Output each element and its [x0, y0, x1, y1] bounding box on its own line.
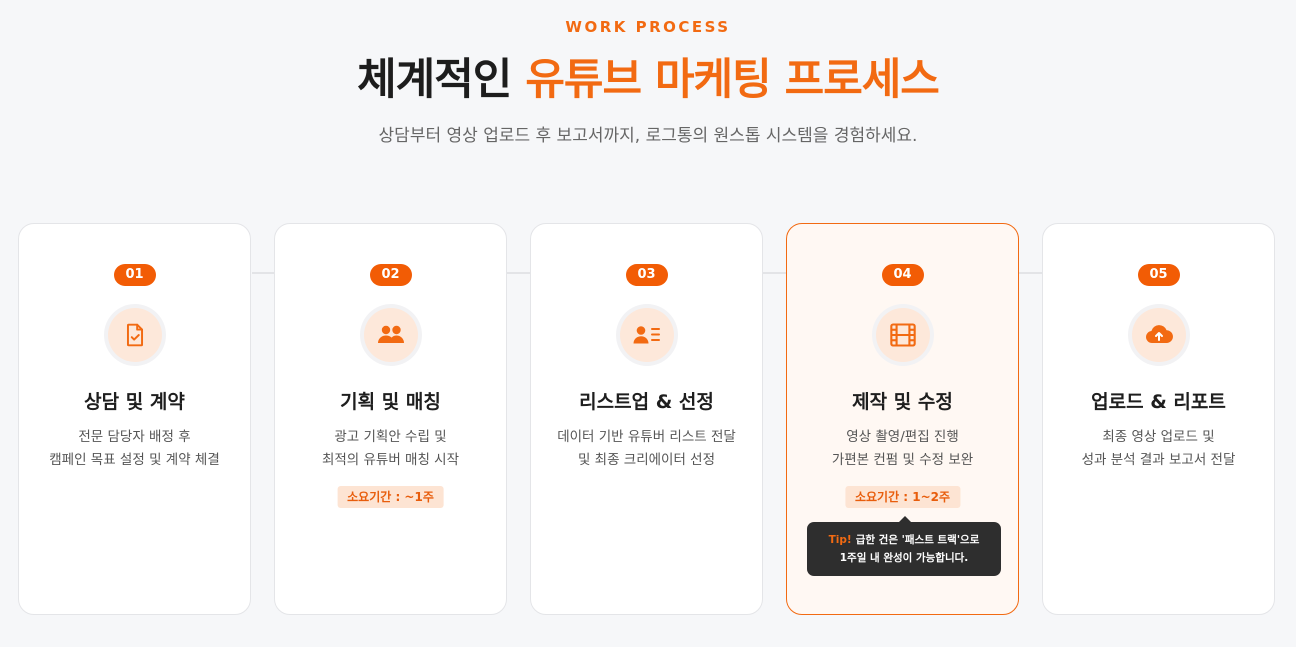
film-icon — [889, 323, 916, 347]
fast-track-tooltip: Tip! 급한 건은 '패스트 트랙'으로 1주일 내 완성이 가능합니다. — [807, 516, 1001, 576]
icon-ring — [103, 304, 166, 366]
step-description: 광고 기획안 수립 및 최적의 유튜버 매칭 시작 — [321, 429, 460, 468]
step-number-badge: 04 — [881, 264, 924, 286]
step-description: 최종 영상 업로드 및 성과 분석 결과 보고서 전달 — [1081, 429, 1236, 468]
section-title: 체계적인 유튜브 마케팅 프로세스 — [0, 50, 1296, 110]
step-title: 상담 및 계약 — [84, 391, 185, 413]
process-card-listup: 03 리스트업 & 선정 데이터 기반 유튜버 리스트 전달 및 최종 크리에이… — [530, 223, 763, 615]
icon-ring — [1127, 304, 1190, 366]
step-number-badge: 02 — [369, 264, 412, 286]
title-accent: 유튜브 마케팅 프로세스 — [525, 55, 940, 105]
icon-ring — [615, 304, 678, 366]
document-check-icon — [126, 323, 143, 347]
step-description: 영상 촬영/편집 진행 가편본 컨펌 및 수정 보완 — [831, 429, 974, 468]
step-number-badge: 03 — [625, 264, 668, 286]
process-card-production: 04 제작 및 수정 영상 촬영/편집 진행 가편본 컨펌 및 수정 보완 소요… — [786, 223, 1019, 615]
step-title: 기획 및 매칭 — [340, 391, 441, 413]
title-main: 체계적인 — [357, 55, 526, 105]
tip-text-line2: 1주일 내 완성이 가능합니다. — [839, 552, 969, 564]
tip-text-line1: 급한 건은 '패스트 트랙'으로 — [855, 534, 980, 546]
user-list-icon — [633, 326, 660, 344]
duration-badge: 소요기간 : 1~2주 — [844, 486, 961, 508]
cloud-upload-icon — [1145, 325, 1173, 344]
process-card-upload-report: 05 업로드 & 리포트 최종 영상 업로드 및 성과 분석 결과 보고서 전달 — [1042, 223, 1275, 615]
section-subtitle: 상담부터 영상 업로드 후 보고서까지, 로그통의 원스톱 시스템을 경험하세요… — [378, 126, 918, 146]
step-description: 데이터 기반 유튜버 리스트 전달 및 최종 크리에이터 선정 — [557, 429, 736, 468]
step-title: 업로드 & 리포트 — [1091, 391, 1226, 413]
duration-badge: 소요기간 : ~1주 — [337, 486, 444, 508]
users-icon — [377, 325, 404, 343]
icon-ring — [359, 304, 422, 366]
step-number-badge: 01 — [113, 264, 156, 286]
step-title: 리스트업 & 선정 — [579, 391, 714, 413]
process-card-consultation: 01 상담 및 계약 전문 담당자 배정 후 캠페인 목표 설정 및 계약 체결 — [18, 223, 251, 615]
section-eyebrow: WORK PROCESS — [565, 18, 731, 36]
step-number-badge: 05 — [1137, 264, 1180, 286]
icon-ring — [871, 304, 934, 366]
step-description: 전문 담당자 배정 후 캠페인 목표 설정 및 계약 체결 — [49, 429, 220, 468]
tip-label: Tip! — [828, 534, 852, 546]
process-card-planning: 02 기획 및 매칭 광고 기획안 수립 및 최적의 유튜버 매칭 시작 소요기… — [274, 223, 507, 615]
step-title: 제작 및 수정 — [852, 391, 953, 413]
